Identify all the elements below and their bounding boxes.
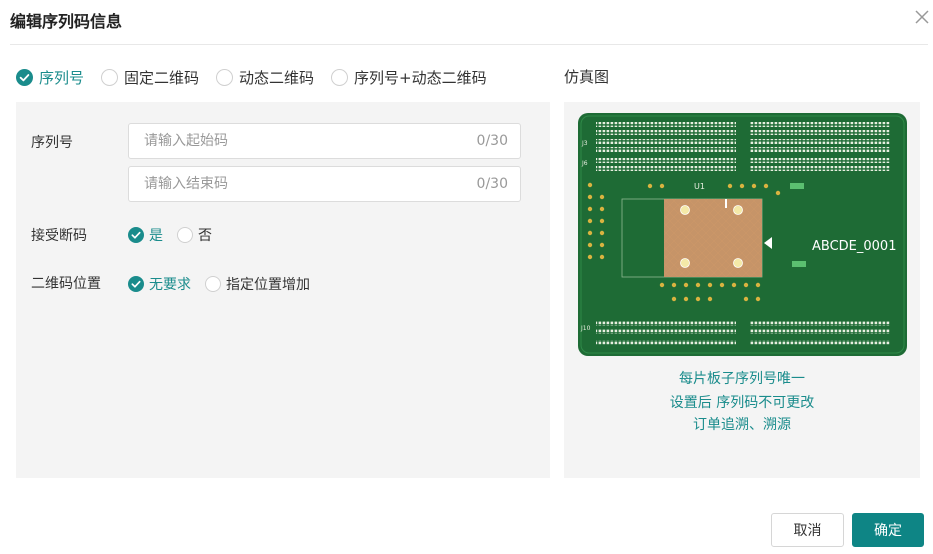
mode-option-label: 序列号+动态二维码 — [354, 68, 487, 87]
accept-break-no[interactable]: 否 — [177, 225, 212, 245]
end-code-field[interactable]: 0/30 — [128, 166, 521, 202]
start-code-field[interactable]: 0/30 — [128, 123, 521, 159]
preview-caption-line-3: 订单追溯、溯源 — [693, 417, 791, 433]
option-label: 指定位置增加 — [226, 277, 310, 293]
qr-position-no-requirement[interactable]: 无要求 — [128, 274, 191, 294]
cancel-button[interactable]: 取消 — [771, 513, 844, 547]
radio-icon — [205, 276, 221, 292]
serial-label: 序列号 — [31, 135, 73, 151]
mode-option-serial-dynamic-qr[interactable]: 序列号+动态二维码 — [331, 67, 487, 88]
option-label: 否 — [198, 228, 212, 244]
dialog-title: 编辑序列码信息 — [10, 12, 123, 31]
preview-panel: J3 J6 U1 ABCDE_0001 J10 每片板子序列号唯一 设置后 序列… — [564, 102, 920, 478]
header-label-j6: J6 — [581, 160, 588, 167]
end-code-count: 0/30 — [476, 176, 508, 192]
qr-position-label: 二维码位置 — [31, 276, 101, 292]
qr-position-options: 无要求 指定位置增加 — [128, 274, 324, 294]
mode-option-label: 序列号 — [39, 68, 85, 87]
start-code-count: 0/30 — [476, 133, 508, 149]
radio-icon — [101, 68, 119, 86]
mode-selector: 序列号 固定二维码 动态二维码 序列号+动态二维码 — [16, 66, 504, 88]
accept-break-label: 接受断码 — [31, 228, 87, 244]
end-code-input[interactable] — [129, 167, 459, 201]
preview-title: 仿真图 — [564, 68, 610, 86]
option-label: 是 — [149, 228, 163, 244]
chip-label: U1 — [694, 182, 705, 191]
check-circle-icon — [128, 276, 144, 292]
close-icon[interactable] — [911, 6, 933, 28]
accept-break-yes[interactable]: 是 — [128, 225, 163, 245]
radio-icon — [331, 68, 349, 86]
form-panel: 序列号 0/30 0/30 接受断码 是 否 二维码位置 无要求 指定位置增加 — [16, 102, 550, 478]
confirm-button[interactable]: 确定 — [852, 513, 924, 547]
check-circle-icon — [128, 227, 144, 243]
start-code-input[interactable] — [129, 124, 459, 158]
mode-option-label: 固定二维码 — [124, 68, 200, 87]
header-label-j3: J3 — [581, 140, 588, 147]
preview-caption-line-1: 每片板子序列号唯一 — [679, 371, 805, 387]
radio-icon — [216, 68, 234, 86]
mode-option-dynamic-qr[interactable]: 动态二维码 — [216, 67, 314, 88]
radio-icon — [177, 227, 193, 243]
mode-option-serial[interactable]: 序列号 — [16, 67, 84, 88]
board-serial-text: ABCDE_0001 — [812, 239, 896, 254]
mode-option-fixed-qr[interactable]: 固定二维码 — [101, 67, 199, 88]
header-label-j10: J10 — [580, 325, 591, 332]
preview-caption-line-2: 设置后 序列码不可更改 — [669, 395, 815, 411]
accept-break-options: 是 否 — [128, 225, 226, 245]
check-circle-icon — [16, 68, 33, 86]
pcb-board-image: J3 J6 U1 ABCDE_0001 J10 — [578, 113, 907, 356]
qr-position-specified[interactable]: 指定位置增加 — [205, 274, 310, 294]
header-divider — [10, 44, 928, 45]
mode-option-label: 动态二维码 — [239, 68, 315, 87]
option-label: 无要求 — [149, 277, 191, 293]
